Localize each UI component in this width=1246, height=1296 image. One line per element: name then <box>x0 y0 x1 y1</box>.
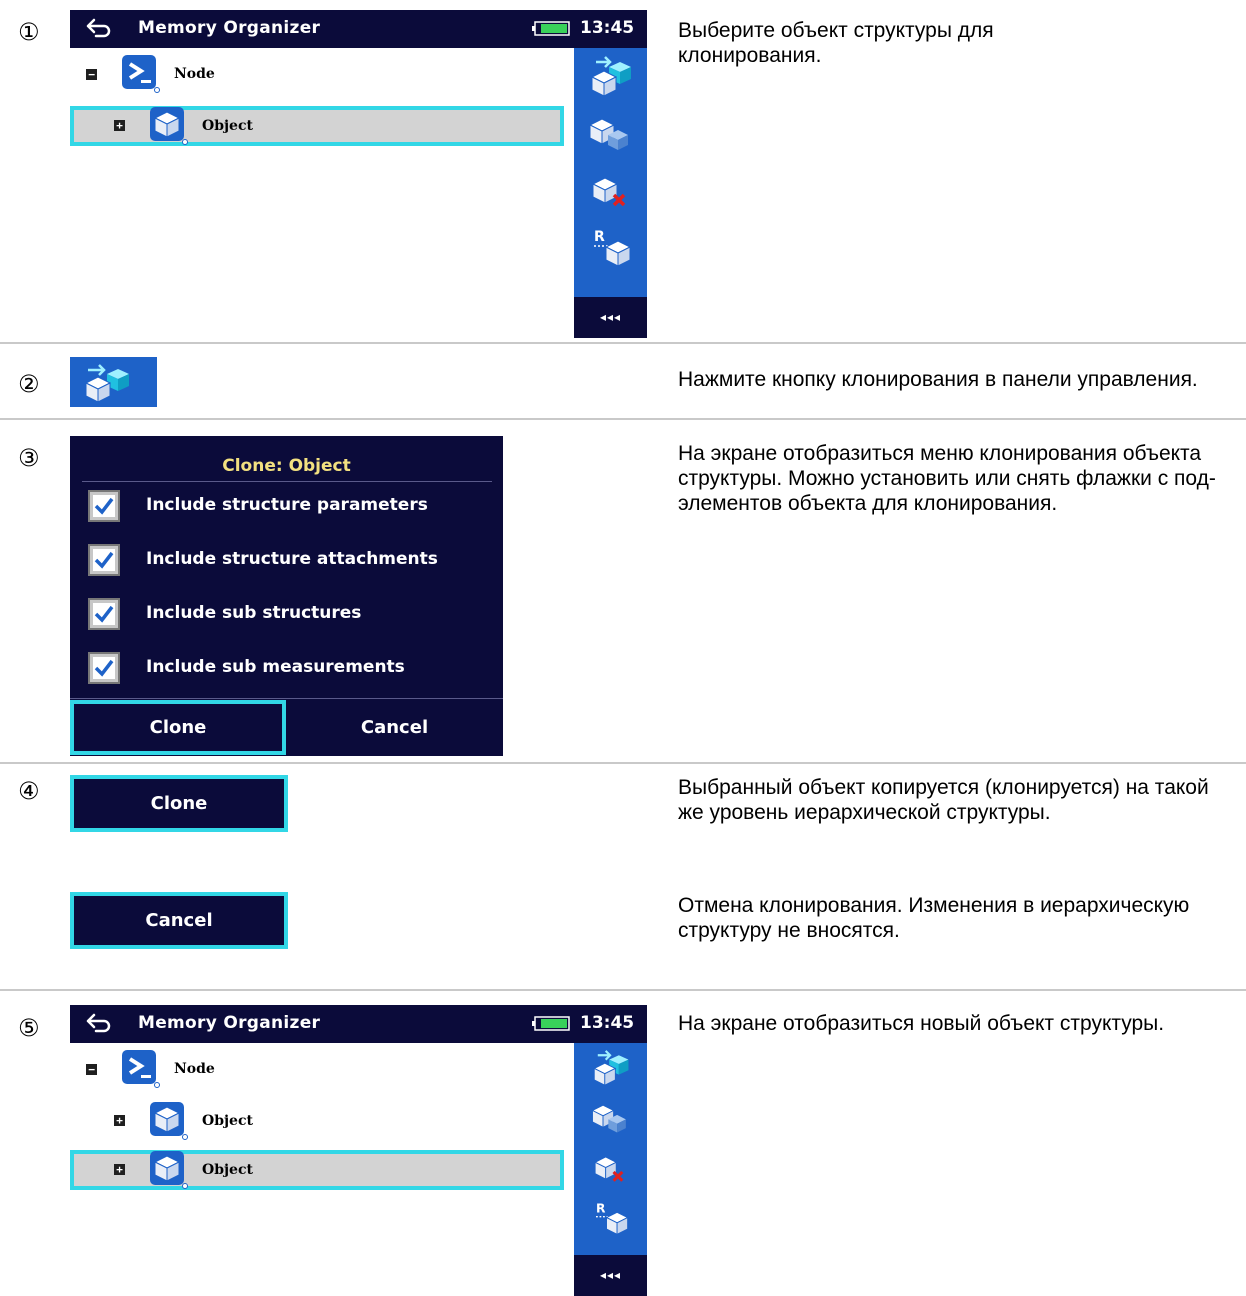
option-structure-parameters[interactable]: Include structure parameters <box>88 490 498 526</box>
screen-title: Memory Organizer <box>138 18 321 38</box>
checkbox[interactable] <box>88 598 120 630</box>
option-label: Include structure parameters <box>146 495 428 515</box>
control-panel: R ◂◂◂ <box>574 48 647 338</box>
tree-item-label: Node <box>174 66 215 82</box>
step-number-1: ① <box>18 18 40 46</box>
clone-button[interactable]: Clone <box>70 775 288 832</box>
clone-measurement-icon[interactable] <box>574 105 647 162</box>
object-icon <box>150 1102 188 1140</box>
tree-item-object-selected[interactable]: + Object <box>70 1150 564 1190</box>
separator <box>0 418 1246 420</box>
expand-icon[interactable]: + <box>114 1115 125 1126</box>
checkbox[interactable] <box>88 490 120 522</box>
option-label: Include structure attachments <box>146 549 438 569</box>
separator <box>0 989 1246 991</box>
option-structure-attachments[interactable]: Include structure attachments <box>88 544 498 580</box>
cancel-button[interactable]: Cancel <box>286 700 503 755</box>
memory-organizer-screen: Memory Organizer 13:45 − Node + Object + <box>70 1005 647 1296</box>
collapse-icon[interactable]: − <box>86 1064 97 1075</box>
divider <box>70 698 503 699</box>
checkmark-icon <box>94 659 114 677</box>
step-5-description: На экране отобразиться новый объект стру… <box>678 1012 1165 1035</box>
checkmark-icon <box>94 605 114 623</box>
dialog-title: Clone: Object <box>222 456 351 476</box>
checkmark-icon <box>94 551 114 569</box>
tree-item-label: Object <box>202 1113 253 1129</box>
tree-item-object-selected[interactable]: + Object <box>70 106 564 146</box>
step-3-description: На экране отобразиться меню клонирования… <box>678 442 1216 515</box>
clone-dialog: Clone: Object Include structure paramete… <box>70 436 503 756</box>
clone-measurement-icon[interactable] <box>574 1093 647 1143</box>
step-1-description: Выберите объект структуры для клонирован… <box>678 19 994 67</box>
step-number-2: ② <box>18 370 40 398</box>
step-number-4: ④ <box>18 777 40 805</box>
control-panel: R ◂◂◂ <box>574 1043 647 1296</box>
clock: 13:45 <box>580 1013 635 1033</box>
battery-icon <box>532 21 570 36</box>
step-number-5: ⑤ <box>18 1014 40 1042</box>
cancel-button[interactable]: Cancel <box>70 892 288 949</box>
svg-text:R: R <box>594 229 605 245</box>
title-bar: Memory Organizer 13:45 <box>70 1005 647 1043</box>
more-options-button[interactable]: ◂◂◂ <box>574 297 647 338</box>
tree-item-label: Object <box>202 1162 253 1178</box>
screen-title: Memory Organizer <box>138 1013 321 1033</box>
tree-item-label: Node <box>174 1061 215 1077</box>
back-icon[interactable] <box>84 1011 112 1035</box>
battery-icon <box>532 1016 570 1031</box>
tree-item-node[interactable]: − Node <box>70 1049 574 1089</box>
checkmark-icon <box>94 497 114 515</box>
delete-icon[interactable] <box>574 1143 647 1193</box>
rename-icon[interactable]: R <box>574 219 647 276</box>
divider <box>82 481 492 482</box>
option-label: Include sub measurements <box>146 657 405 677</box>
object-icon <box>150 1151 188 1189</box>
delete-icon[interactable] <box>574 162 647 219</box>
more-options-button[interactable]: ◂◂◂ <box>574 1255 647 1296</box>
back-icon[interactable] <box>84 16 112 40</box>
clone-button-icon[interactable] <box>70 357 157 407</box>
step-4-clone-description: Выбранный объект копируется (клонируется… <box>678 776 1209 824</box>
option-sub-structures[interactable]: Include sub structures <box>88 598 498 634</box>
clone-icon[interactable] <box>574 1043 647 1093</box>
option-label: Include sub structures <box>146 603 362 623</box>
memory-organizer-screen: Memory Organizer 13:45 − Node + Object R… <box>70 10 647 338</box>
option-sub-measurements[interactable]: Include sub measurements <box>88 652 498 688</box>
separator <box>0 762 1246 764</box>
clock: 13:45 <box>580 18 635 38</box>
step-4-cancel-description: Отмена клонирования. Изменения в иерархи… <box>678 894 1190 942</box>
checkbox[interactable] <box>88 544 120 576</box>
node-icon <box>122 1050 160 1088</box>
separator <box>0 342 1246 344</box>
tree-item-object[interactable]: + Object <box>70 1101 564 1141</box>
svg-text:R: R <box>596 1201 606 1215</box>
tree-item-node[interactable]: − Node <box>70 54 574 94</box>
step-2-description: Нажмите кнопку клонирования в панели упр… <box>678 368 1198 391</box>
object-icon <box>150 107 188 145</box>
expand-icon[interactable]: + <box>114 120 125 131</box>
tree-item-label: Object <box>202 118 253 134</box>
node-icon <box>122 55 160 93</box>
rename-icon[interactable]: R <box>574 1193 647 1243</box>
expand-icon[interactable]: + <box>114 1164 125 1175</box>
checkbox[interactable] <box>88 652 120 684</box>
step-number-3: ③ <box>18 444 40 472</box>
clone-icon[interactable] <box>574 48 647 105</box>
clone-button[interactable]: Clone <box>70 700 286 755</box>
title-bar: Memory Organizer 13:45 <box>70 10 647 48</box>
collapse-icon[interactable]: − <box>86 69 97 80</box>
